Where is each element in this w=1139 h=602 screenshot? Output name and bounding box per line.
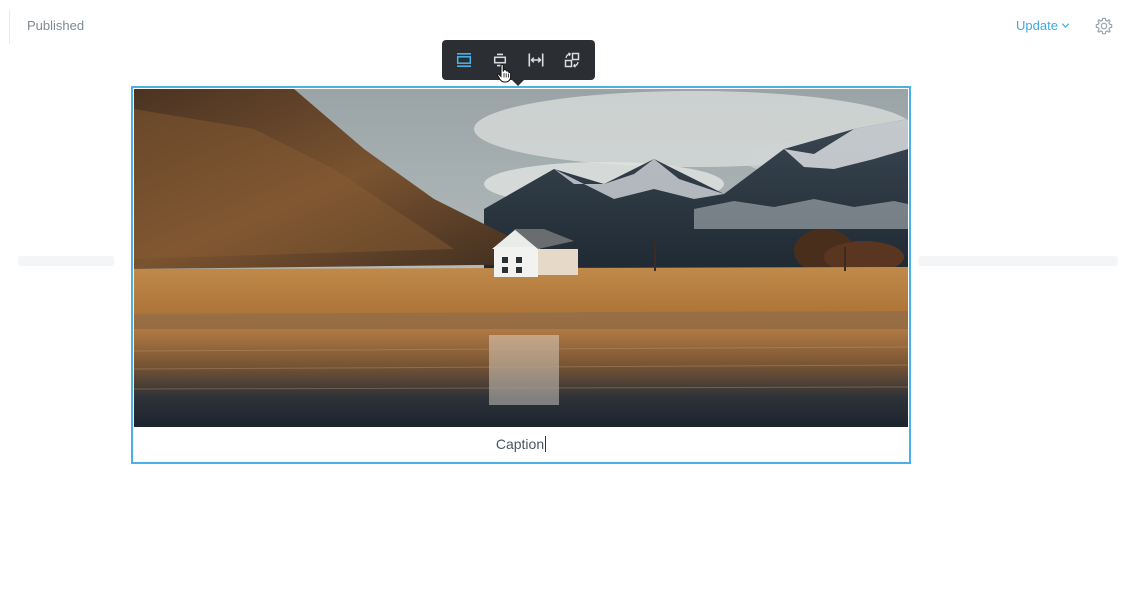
align-wide-button[interactable] xyxy=(446,40,482,80)
replace-image-icon xyxy=(564,52,580,68)
full-width-icon xyxy=(528,53,544,67)
settings-button[interactable] xyxy=(1094,16,1114,36)
replace-image-button[interactable] xyxy=(554,40,590,80)
caption-text: Caption xyxy=(495,436,545,452)
background-text-line xyxy=(918,256,1118,266)
align-center-icon xyxy=(493,53,507,67)
post-status: Published xyxy=(27,18,85,33)
update-button[interactable]: Update xyxy=(1016,18,1070,33)
text-cursor xyxy=(545,436,547,452)
image-block[interactable]: Caption xyxy=(131,86,911,464)
header-divider xyxy=(9,10,10,44)
image-block-toolbar xyxy=(442,40,595,86)
align-wide-icon xyxy=(456,53,472,67)
full-width-button[interactable] xyxy=(518,40,554,80)
background-text-line xyxy=(18,256,114,266)
update-label: Update xyxy=(1016,18,1058,33)
gear-icon xyxy=(1095,17,1113,35)
image-caption[interactable]: Caption xyxy=(133,436,909,452)
chevron-down-icon xyxy=(1061,23,1070,28)
landscape-photo-graphic xyxy=(134,89,908,427)
landscape-image[interactable] xyxy=(134,89,908,427)
align-center-button[interactable] xyxy=(482,40,518,80)
